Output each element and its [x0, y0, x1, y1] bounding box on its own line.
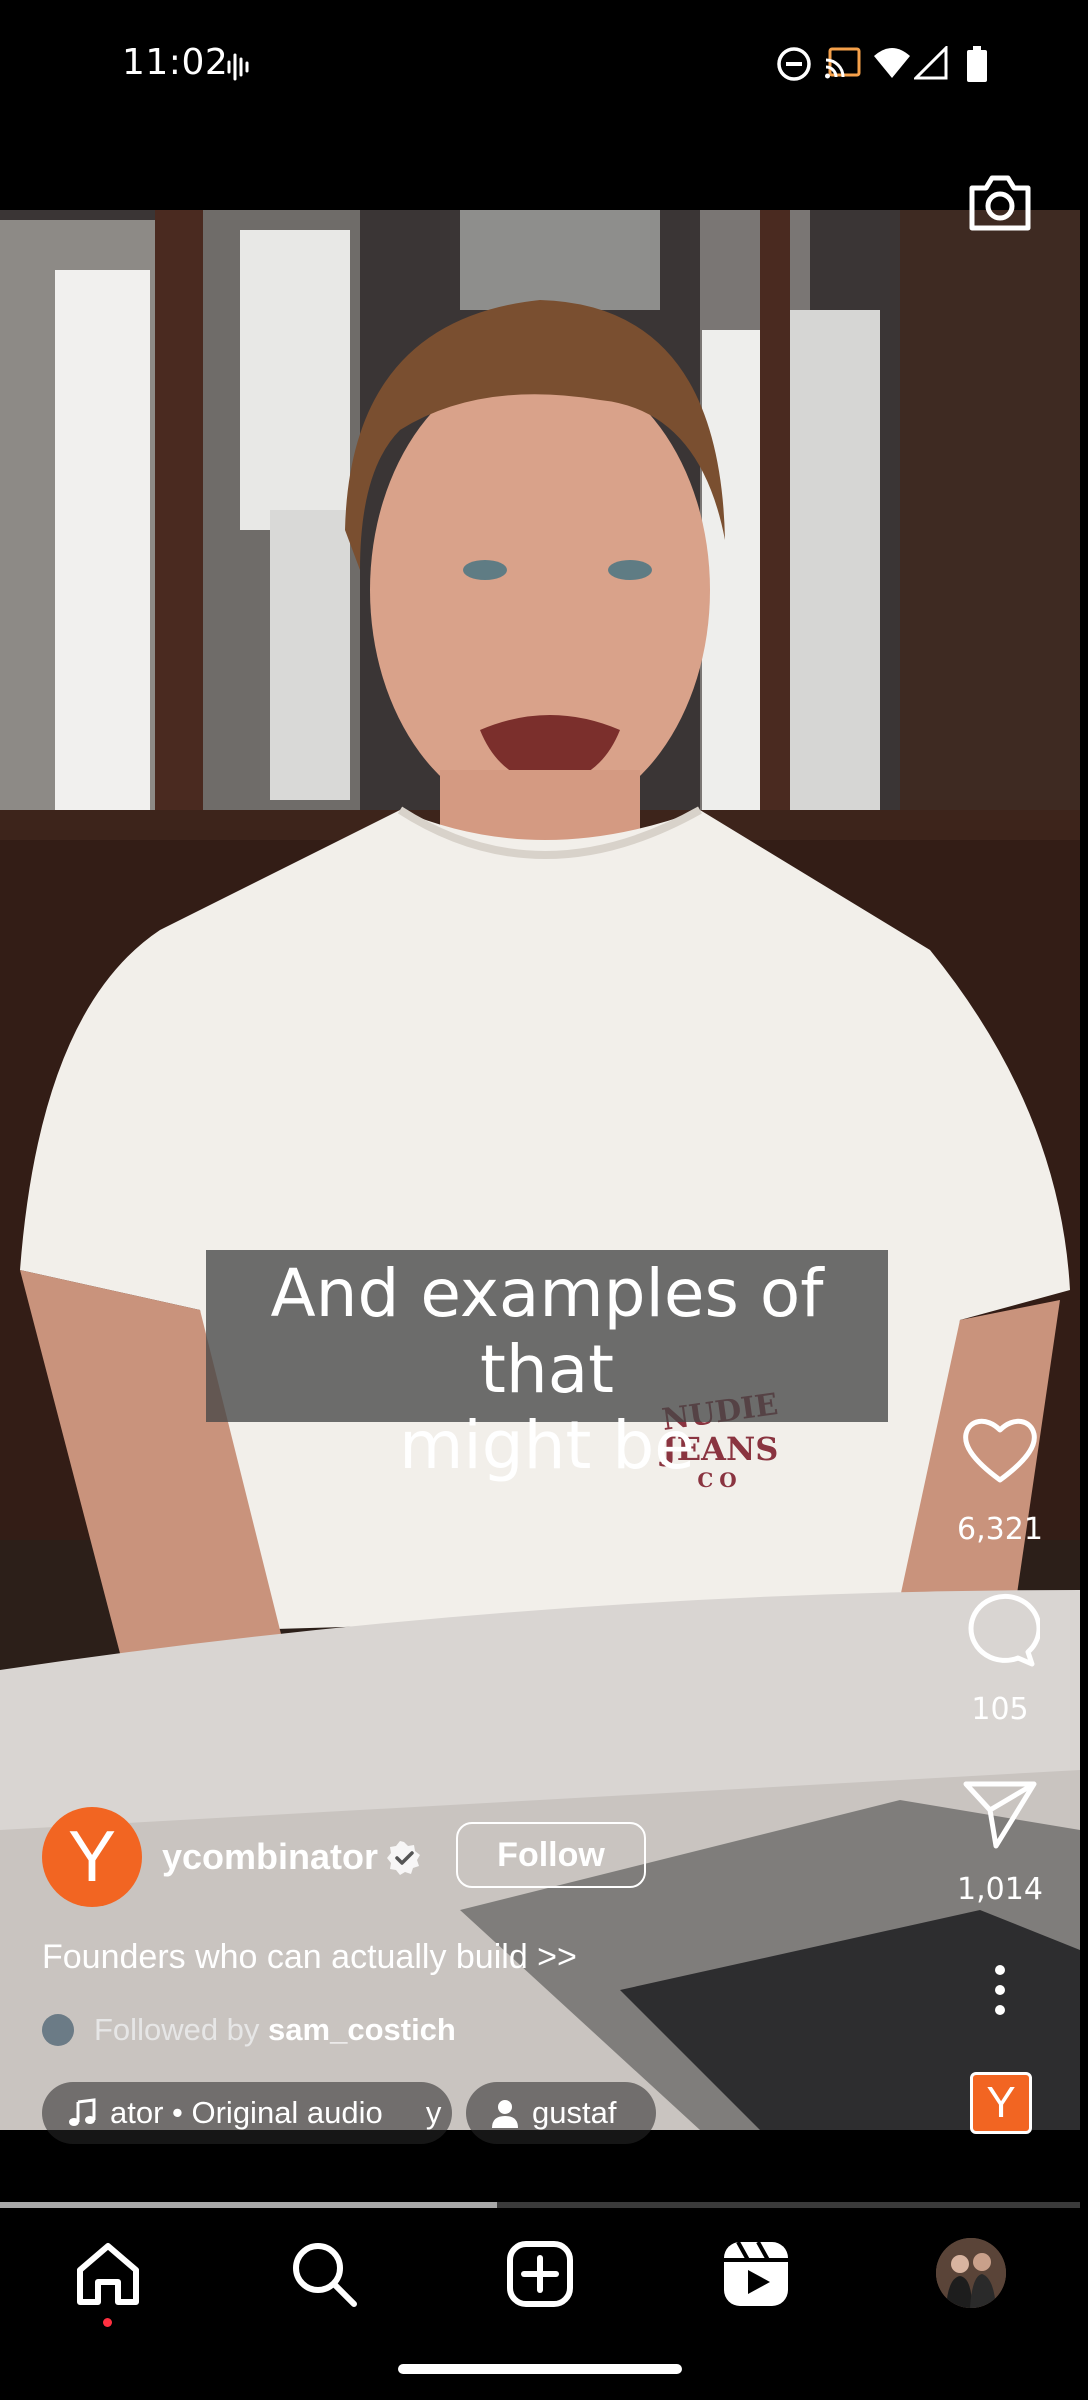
camera-icon[interactable]: [966, 170, 1034, 234]
creator-avatar[interactable]: Y: [42, 1807, 142, 1907]
person-icon: [492, 2100, 518, 2128]
comment-count: 105: [971, 1692, 1029, 1727]
tagged-username: gustaf: [532, 2095, 617, 2130]
profile-photo: [936, 2238, 1006, 2308]
video-progress-bar[interactable]: [0, 2202, 1080, 2208]
post-caption[interactable]: Founders who can actually build >>: [42, 1938, 577, 1977]
wifi-icon: [874, 48, 910, 78]
profile-avatar[interactable]: [936, 2238, 1006, 2308]
search-icon[interactable]: [288, 2238, 360, 2310]
follow-button[interactable]: Follow: [456, 1822, 646, 1888]
create-post-icon[interactable]: [504, 2238, 576, 2310]
share-send-icon[interactable]: [960, 1772, 1040, 1852]
like-heart-icon[interactable]: [960, 1410, 1040, 1490]
more-options-icon[interactable]: [980, 1960, 1020, 2020]
audio-source-thumbnail[interactable]: Y: [970, 2072, 1032, 2134]
home-notification-dot: [103, 2318, 112, 2327]
share-count: 1,014: [957, 1872, 1043, 1907]
cast-icon: [825, 47, 861, 79]
video-subtitle: And examples of that might be: [206, 1250, 888, 1484]
audio-label: ator • Original audio y: [110, 2095, 442, 2130]
video-progress-fill: [0, 2202, 497, 2208]
comment-bubble-icon[interactable]: [960, 1590, 1040, 1670]
like-count: 6,321: [957, 1512, 1043, 1547]
verified-badge-icon: [387, 1841, 420, 1875]
tagged-user-pill[interactable]: gustaf: [466, 2082, 656, 2144]
do-not-disturb-icon: [777, 47, 811, 81]
status-bar: 11:02: [0, 0, 1088, 136]
music-note-icon: [69, 2098, 96, 2126]
followed-by-username[interactable]: sam_costich: [268, 2012, 456, 2047]
subtitle-line: might be: [399, 1407, 695, 1484]
reels-icon[interactable]: [720, 2238, 792, 2310]
signal-icon: [914, 46, 948, 80]
followed-by-prefix: Followed by: [94, 2012, 260, 2047]
followed-by-text: Followed by sam_costich: [94, 2012, 456, 2048]
battery-icon: [967, 46, 987, 82]
home-icon[interactable]: [72, 2238, 144, 2310]
follower-avatar: [42, 2014, 74, 2046]
voicemail-wave-icon: [227, 53, 249, 81]
audio-pill[interactable]: ator • Original audio y: [42, 2082, 452, 2144]
creator-username[interactable]: ycombinator: [162, 1836, 378, 1878]
gesture-handle[interactable]: [398, 2364, 682, 2374]
subtitle-line: And examples of that: [270, 1255, 824, 1408]
status-time: 11:02: [122, 42, 229, 83]
